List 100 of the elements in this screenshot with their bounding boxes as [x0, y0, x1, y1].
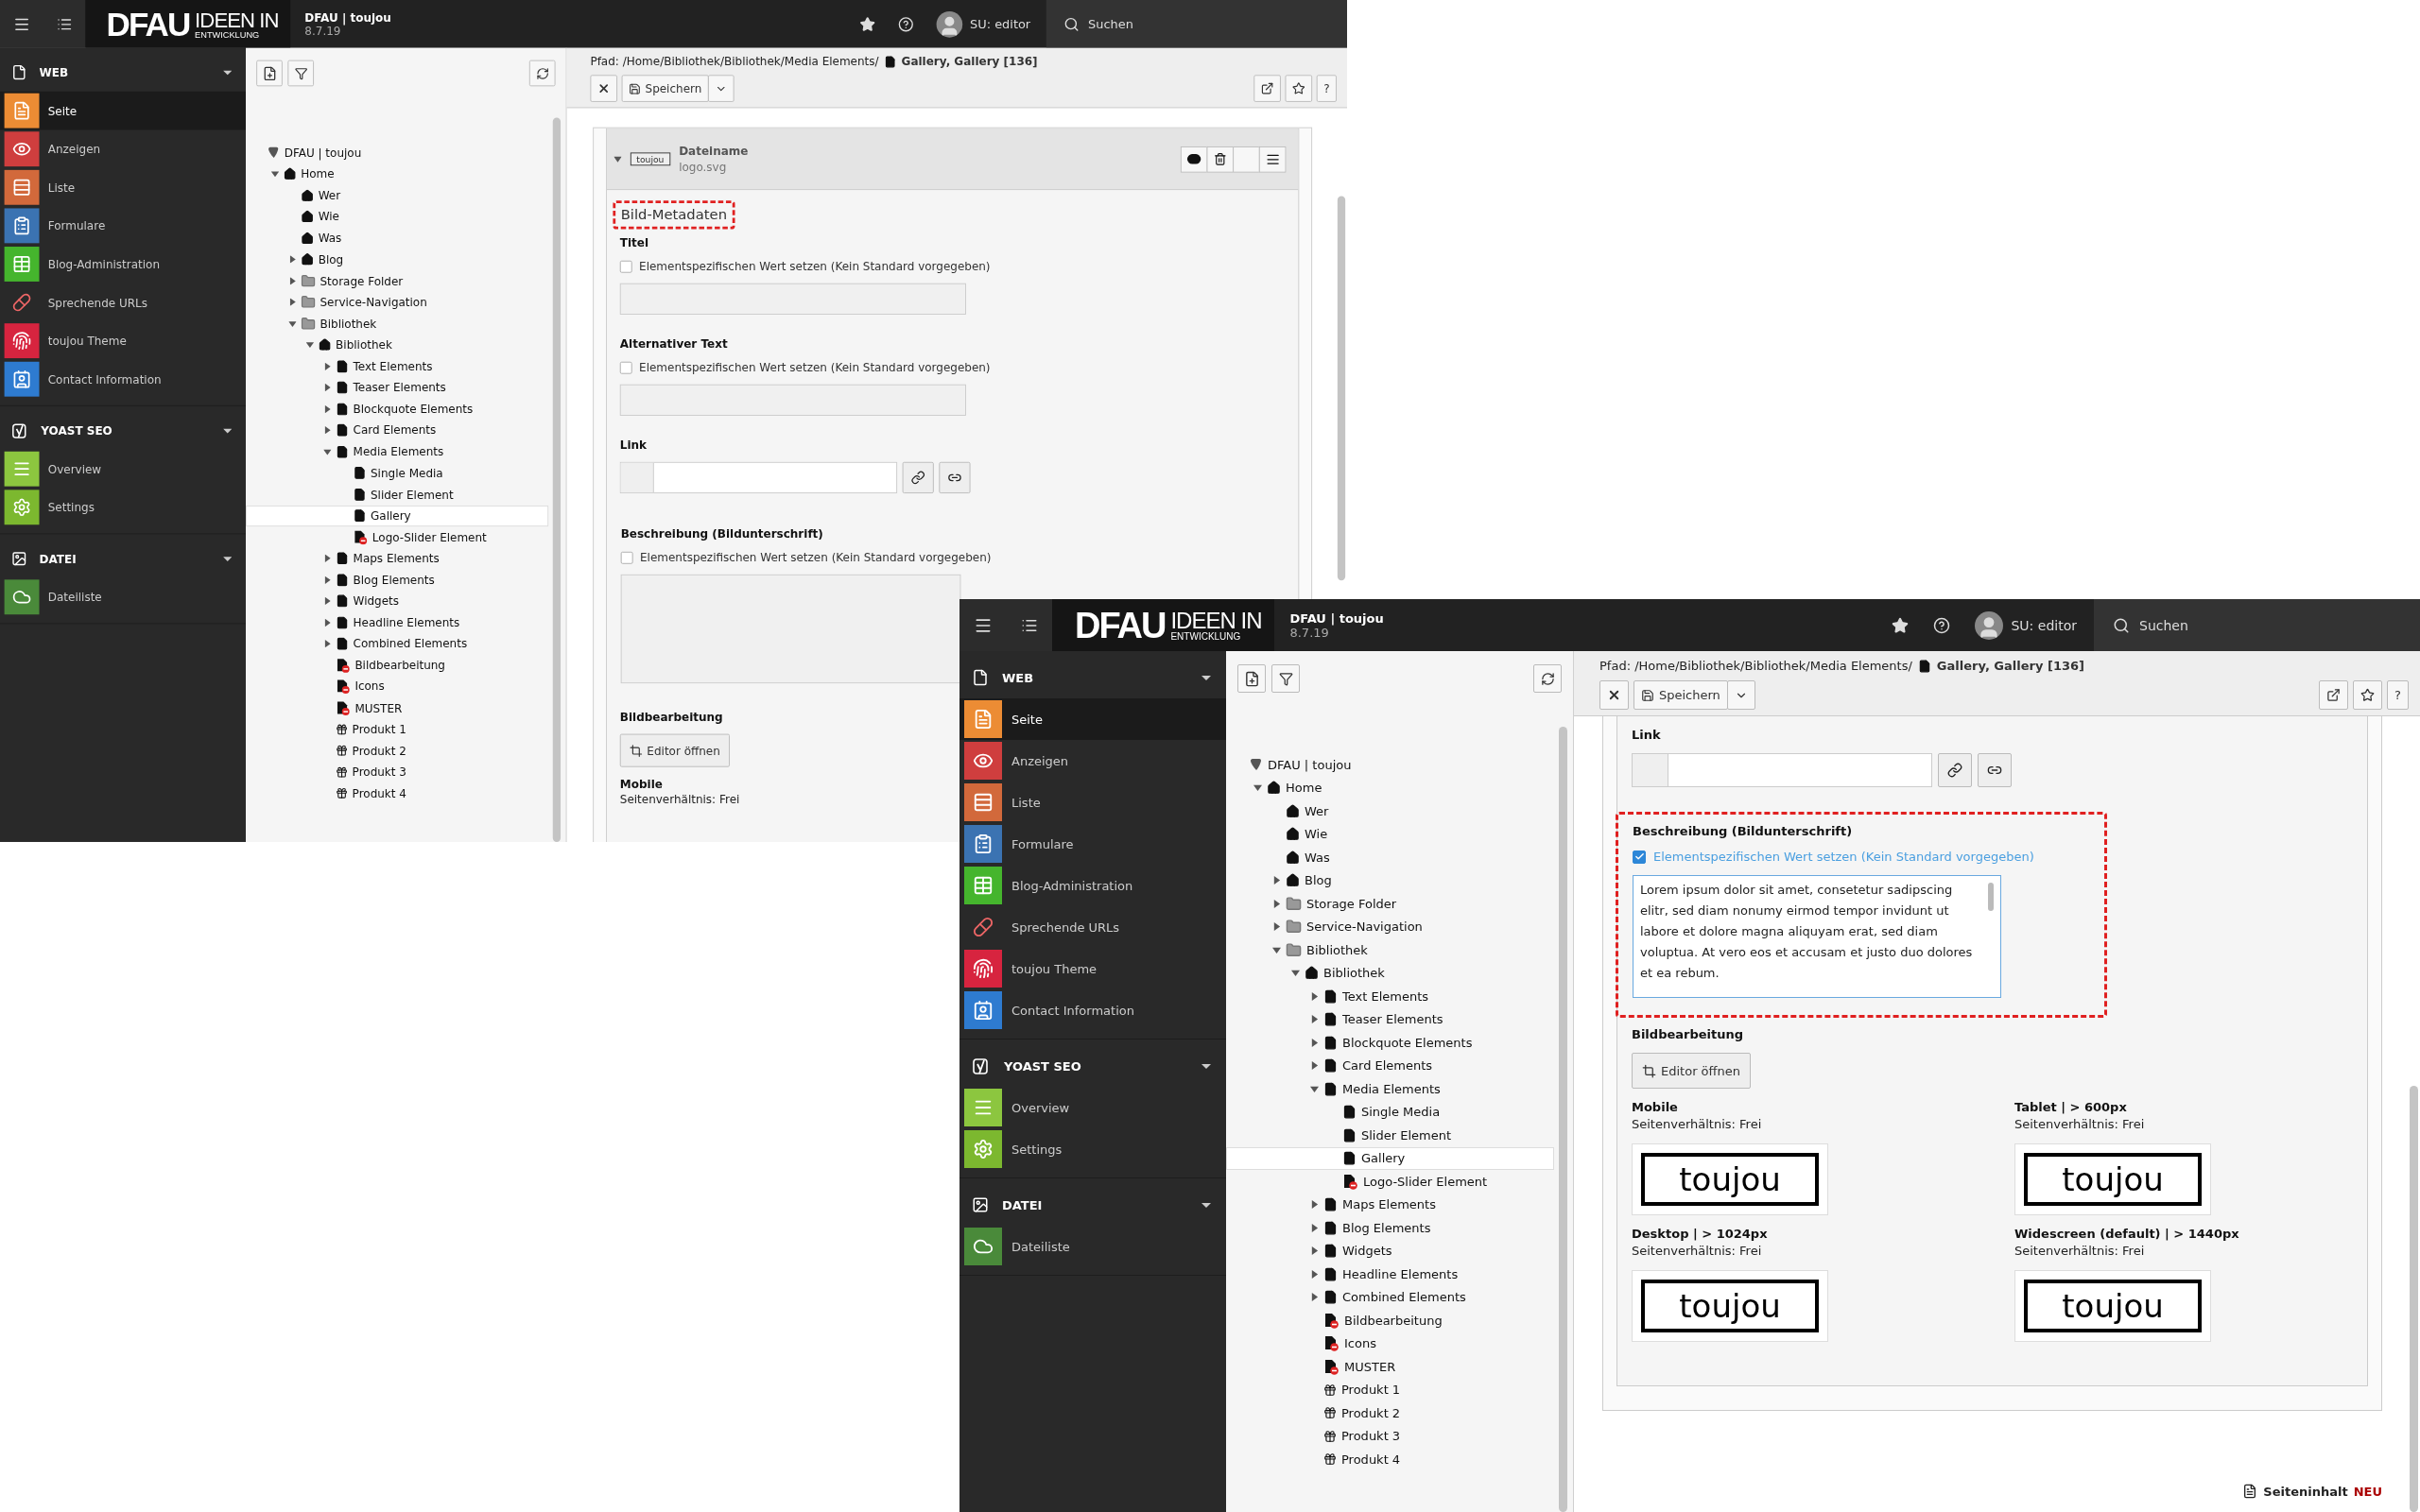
tree-item[interactable]: Blog Elements [1226, 1216, 1554, 1240]
module-item[interactable]: Contact Information [0, 359, 247, 399]
tree-item[interactable]: Card Elements [1226, 1054, 1554, 1077]
user-menu-button[interactable]: SU: editor [931, 6, 1036, 43]
tree-item[interactable]: DFAU | toujou [246, 142, 549, 163]
tree-item[interactable]: Bibliothek [1226, 938, 1554, 962]
save-button[interactable]: Speichern [621, 75, 709, 102]
checkbox[interactable] [619, 361, 632, 374]
link-button[interactable] [939, 461, 971, 494]
expand-arrow-icon[interactable] [1272, 899, 1281, 908]
bookmark-button[interactable] [2353, 680, 2383, 710]
checkbox[interactable] [1633, 850, 1646, 864]
tree-item[interactable]: Gallery [1226, 1146, 1554, 1170]
link-input-field[interactable] [1632, 753, 1932, 787]
tree-item[interactable]: Bibliothek [246, 313, 549, 335]
tree-item[interactable]: Produkt 3 [246, 761, 549, 783]
tree-item[interactable]: Icons [246, 676, 549, 697]
checkbox[interactable] [619, 260, 632, 273]
link-browser-button[interactable] [902, 461, 934, 494]
module-item[interactable]: toujou Theme [0, 321, 247, 360]
image-preview[interactable]: toujou [1632, 1270, 1828, 1342]
module-item[interactable]: Blog-Administration [959, 865, 1226, 906]
tree-item[interactable]: Gallery [246, 505, 549, 527]
tree-item[interactable]: Bildbearbeitung [246, 654, 549, 677]
module-item[interactable]: toujou Theme [959, 948, 1226, 989]
module-group-header[interactable]: YOAST SEO [0, 411, 247, 450]
module-item[interactable]: Settings [959, 1128, 1226, 1170]
expand-arrow-icon[interactable] [1310, 1015, 1319, 1024]
collapse-arrow-icon[interactable] [288, 319, 297, 328]
tree-item[interactable]: Wie [246, 206, 549, 228]
close-button[interactable] [1599, 680, 1629, 710]
tree-item[interactable]: Combined Elements [1226, 1285, 1554, 1309]
expand-arrow-icon[interactable] [323, 404, 332, 413]
module-group-header[interactable]: DATEI [959, 1184, 1226, 1226]
search-button[interactable]: Suchen [2094, 599, 2420, 651]
tree-item[interactable]: Blockquote Elements [1226, 1031, 1554, 1055]
collapse-arrow-icon[interactable] [323, 447, 332, 456]
expand-arrow-icon[interactable] [1310, 1038, 1319, 1047]
filter-button[interactable] [1271, 664, 1300, 693]
collapse-arrow-icon[interactable] [305, 340, 315, 350]
tree-item[interactable]: Blog [246, 249, 549, 270]
tree-item[interactable]: Service-Navigation [1226, 915, 1554, 938]
tree-item[interactable]: Single Media [246, 462, 549, 484]
module-item[interactable]: Anzeigen [0, 129, 247, 168]
expand-arrow-icon[interactable] [288, 255, 297, 264]
tree-item[interactable]: Blog [1226, 868, 1554, 892]
help-button[interactable]: ? [2387, 680, 2409, 710]
expand-arrow-icon[interactable] [323, 362, 332, 370]
tree-item[interactable]: Wer [246, 184, 549, 207]
module-item[interactable]: Dateiliste [959, 1226, 1226, 1267]
tree-item[interactable]: Media Elements [246, 440, 549, 463]
tree-item[interactable]: Produkt 3 [1226, 1424, 1554, 1448]
tree-item[interactable]: Widgets [1226, 1239, 1554, 1263]
module-item[interactable]: Settings [0, 488, 247, 527]
tree-item[interactable]: Single Media [1226, 1100, 1554, 1124]
collapse-arrow-icon[interactable] [270, 170, 280, 179]
search-button[interactable]: Suchen [1046, 0, 1347, 48]
tree-item[interactable]: Was [246, 227, 549, 249]
expand-arrow-icon[interactable] [1310, 1246, 1319, 1256]
expand-arrow-icon[interactable] [323, 426, 332, 435]
expand-arrow-icon[interactable] [288, 298, 297, 306]
tree-item[interactable]: Service-Navigation [246, 291, 549, 314]
tree-item[interactable]: Storage Folder [1226, 892, 1554, 916]
tree-item[interactable]: Maps Elements [246, 547, 549, 570]
link-browser-button[interactable] [1938, 753, 1972, 787]
expand-arrow-icon[interactable] [1310, 1061, 1319, 1071]
tree-item[interactable]: Produkt 1 [1226, 1378, 1554, 1401]
collapse-arrow-icon[interactable] [1310, 1084, 1319, 1093]
new-page-button[interactable] [256, 60, 283, 87]
tree-item[interactable]: Wer [1226, 799, 1554, 823]
tree-item[interactable]: Home [1226, 776, 1554, 799]
tree-item[interactable]: Logo-Slider Element [1226, 1170, 1554, 1194]
bookmark-button[interactable] [1285, 75, 1313, 102]
tree-item[interactable]: Home [246, 163, 549, 185]
tree-item[interactable]: Bibliothek [246, 334, 549, 356]
expand-arrow-icon[interactable] [1310, 1293, 1319, 1302]
tree-item[interactable]: Storage Folder [246, 269, 549, 292]
tree-item[interactable]: Headline Elements [246, 611, 549, 634]
expand-arrow-icon[interactable] [323, 597, 332, 606]
module-item[interactable]: Blog-Administration [0, 245, 247, 284]
module-item[interactable]: Anzeigen [959, 740, 1226, 782]
link-input-field[interactable] [619, 461, 898, 494]
tree-item[interactable]: Maps Elements [1226, 1193, 1554, 1216]
tree-item[interactable]: Headline Elements [1226, 1263, 1554, 1286]
image-preview[interactable]: toujou [2014, 1270, 2211, 1342]
tree-item[interactable]: Slider Element [246, 483, 549, 506]
editor-button[interactable]: Editor öffnen [1632, 1053, 1751, 1089]
collapse-arrow-icon[interactable] [1291, 969, 1300, 978]
tree-item[interactable]: Logo-Slider Element [246, 526, 549, 548]
expand-arrow-icon[interactable] [1272, 922, 1281, 932]
tree-item[interactable]: Bildbearbeitung [1226, 1309, 1554, 1332]
tree-item[interactable]: Blockquote Elements [246, 398, 549, 421]
module-item[interactable]: Liste [0, 168, 247, 207]
module-item[interactable]: Liste [959, 782, 1226, 823]
expand-arrow-icon[interactable] [288, 277, 297, 285]
expand-arrow-icon[interactable] [1310, 1269, 1319, 1279]
module-item[interactable]: Dateiliste [0, 577, 247, 617]
tree-item[interactable]: Produkt 2 [1226, 1401, 1554, 1425]
module-item[interactable]: Formulare [959, 823, 1226, 865]
help-button[interactable]: ? [1316, 75, 1337, 102]
